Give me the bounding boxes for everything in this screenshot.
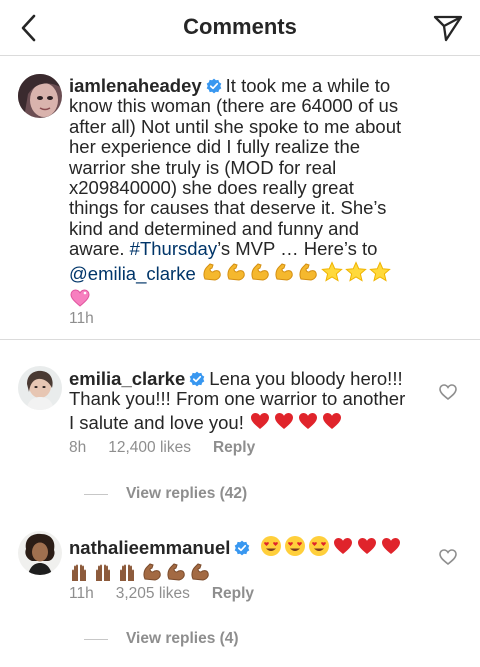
red-heart-icon [333,538,352,554]
flexed-biceps-icon [203,263,221,281]
direct-share-icon [433,15,463,42]
reply-button[interactable]: Reply [213,439,255,457]
caption-username[interactable]: iamlenaheadey [69,75,202,96]
view-replies-label: View replies (42) [126,485,248,502]
view-replies-label: View replies (4) [126,630,239,647]
raising-hands-icon [72,564,86,582]
comment-2-meta: 11h 3,205 likes Reply [69,585,254,603]
profile-photo [18,366,62,410]
flexed-biceps-icon [275,263,293,281]
flexed-biceps-icon [251,263,269,281]
like-heart-icon[interactable] [438,382,458,402]
emoji-row [69,561,211,583]
caption-line: It took me a while to [225,75,391,96]
verified-badge-icon [235,540,250,556]
heart-eyes-face-icon [260,536,281,556]
top-bar: Comments [0,0,480,56]
caption-line: aware. [69,238,125,260]
red-heart-icon [322,412,341,429]
profile-photo [18,531,62,575]
avatar-emilia-clarke[interactable] [18,366,62,410]
raising-hands-icon [120,564,134,582]
comment-line: Lena you bloody hero!!! [209,368,403,389]
red-heart-icon [357,538,376,554]
caption-line: after all) Not until she spoke to me abo… [69,115,402,137]
divider-dash [84,638,108,640]
comment-1-meta: 8h 12,400 likes Reply [69,439,255,457]
star-icon [345,260,367,282]
emoji-row [260,535,402,557]
raising-hands-icon [96,564,110,582]
view-replies-button[interactable]: View replies (4) [84,630,239,648]
post-caption: iamlenaheadey It took me a while to know … [0,56,480,340]
verified-badge-icon [206,78,221,94]
flexed-biceps-icon [191,563,209,581]
heart-eyes-face-icon [284,536,305,556]
caption-line: know this woman (there are 64000 of us [69,95,399,117]
caption-line: warrior she truly is (MOD for real [69,156,337,178]
caption-line: x209840000) she does really great [69,177,354,199]
mention-link[interactable]: @emilia_clarke [69,263,196,284]
comment-timestamp: 8h [69,439,87,456]
comment-line: Thank you!!! From one warrior to another [69,388,406,410]
sparkling-heart-icon [70,289,90,307]
caption-line: kind and determined and funny and [69,217,360,239]
red-heart-icon [298,412,317,429]
emoji-row [249,410,343,432]
comment-likes[interactable]: 12,400 likes [108,439,191,457]
comment-likes[interactable]: 3,205 likes [116,585,190,603]
verified-badge-icon [189,371,205,387]
star-icon [321,260,343,282]
comment-1-text: emilia_clarke Lena you bloody hero!!! Tha… [69,368,429,433]
caption-line: ’s MVP … Here’s to [217,238,378,260]
caption-text: iamlenaheadey It took me a while to know … [69,75,469,313]
caption-line: her experience did I fully realize the [69,136,361,158]
red-heart-icon [381,538,400,554]
comment-timestamp: 11h [69,585,94,602]
flexed-biceps-icon [167,563,185,581]
flexed-biceps-icon [299,263,317,281]
reply-button[interactable]: Reply [212,585,254,603]
like-heart-icon[interactable] [438,547,458,567]
red-heart-icon [274,412,293,429]
comment-2-text: nathalieemmanuel [69,535,429,585]
emoji-row [201,260,391,283]
view-replies-button[interactable]: View replies (42) [84,485,247,503]
page-title: Comments [183,14,297,39]
avatar-iamlenaheadey[interactable] [18,74,62,118]
hashtag-link[interactable]: #Thursday [130,238,217,259]
comment-username[interactable]: nathalieemmanuel [69,537,230,558]
red-heart-icon [250,412,269,429]
caption-line: things for causes that deserve it. She’s [69,197,387,219]
caption-meta: 11h [69,310,94,328]
comment-line: I salute and love you! [69,411,244,433]
divider-dash [84,493,108,495]
comment-username[interactable]: emilia_clarke [69,368,185,389]
profile-photo [18,74,62,118]
star-icon [369,260,391,282]
direct-share-button[interactable] [430,10,466,46]
avatar-nathalieemmanuel[interactable] [18,531,62,575]
flexed-biceps-icon [143,563,161,581]
heart-eyes-face-icon [308,536,329,556]
caption-timestamp: 11h [69,310,94,327]
flexed-biceps-icon [227,263,245,281]
